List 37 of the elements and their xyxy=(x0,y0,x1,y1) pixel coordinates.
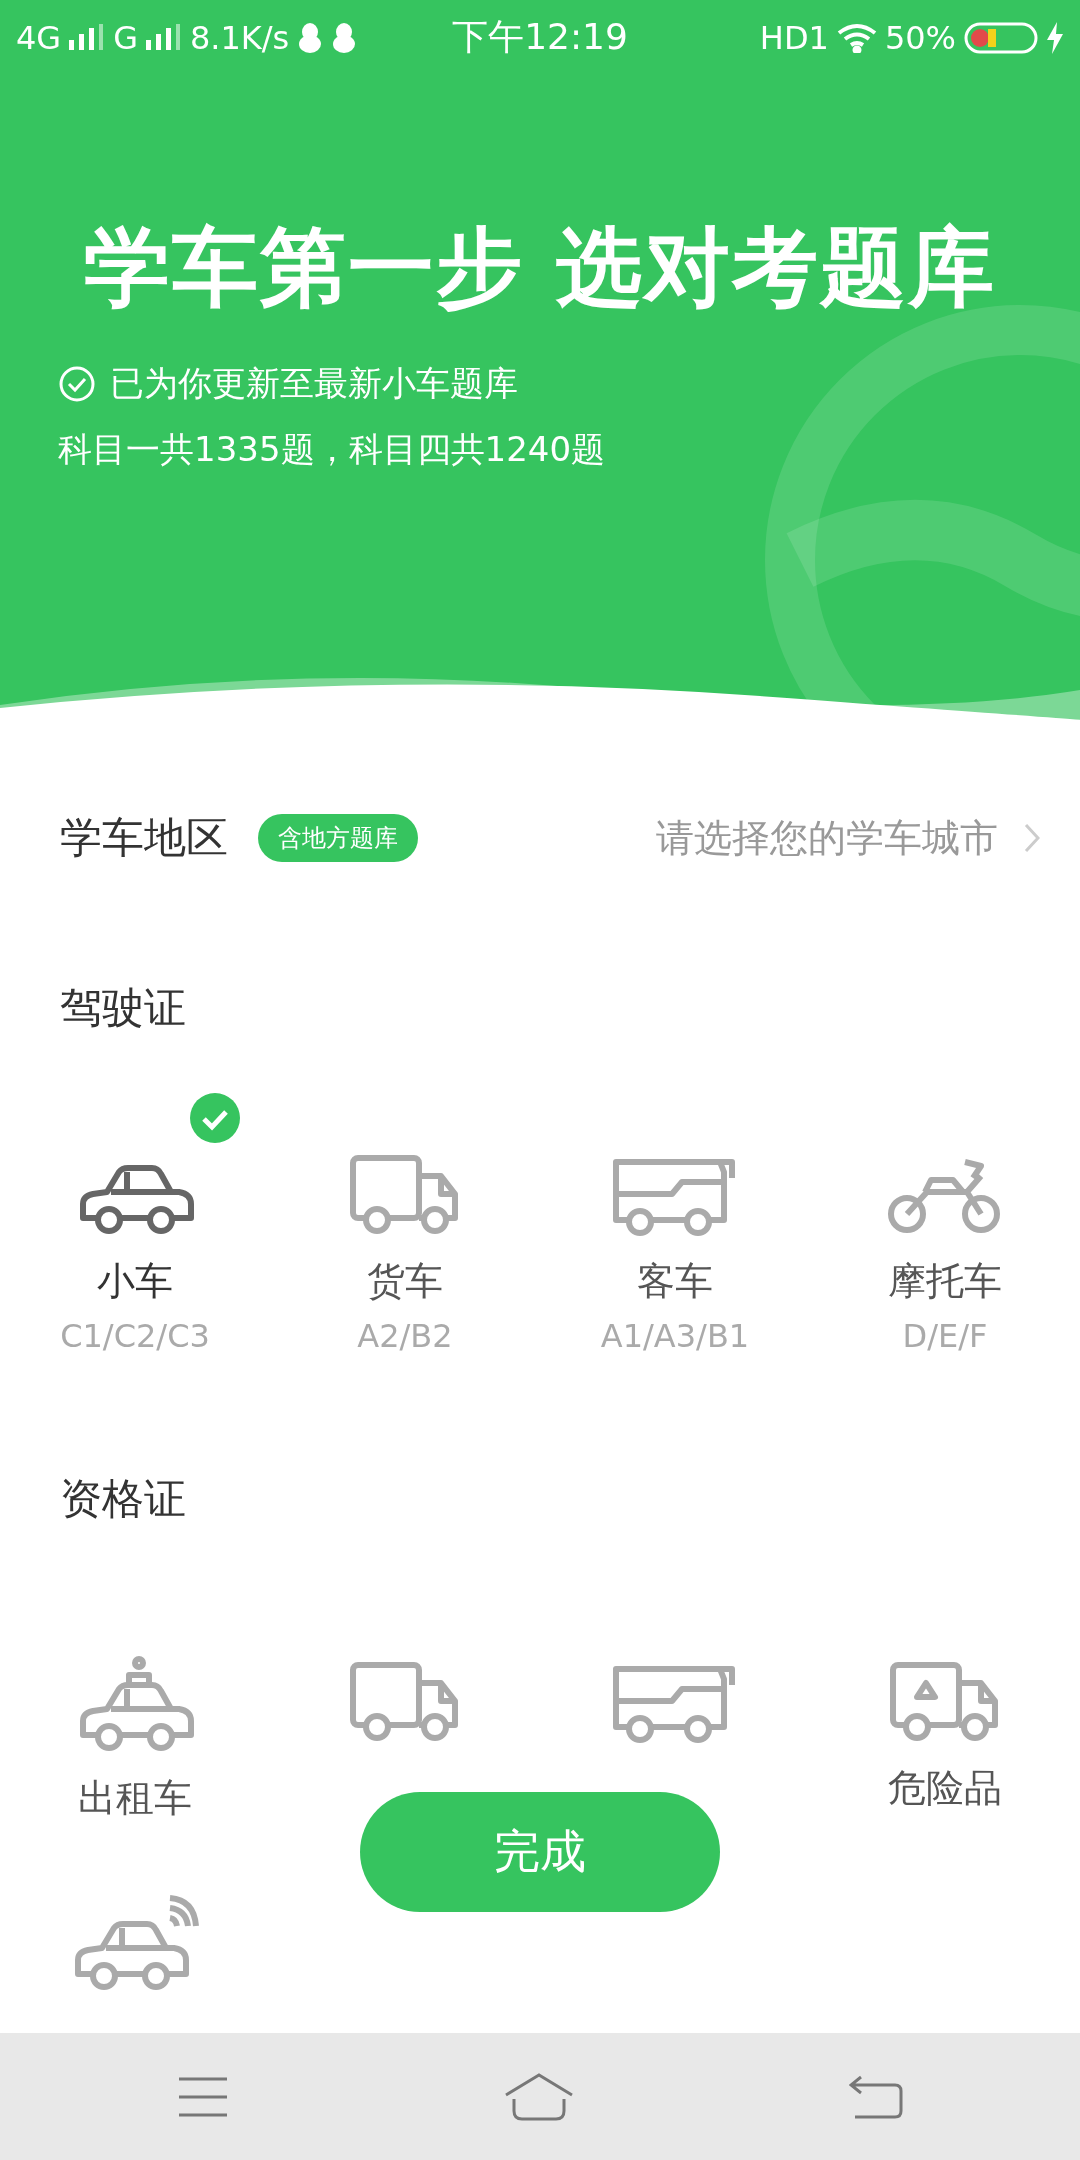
license-option[interactable]: 小车 C1/C2/C3 xyxy=(0,1148,270,1355)
license-option[interactable]: 货车 A2/B2 xyxy=(270,1148,540,1355)
license-option[interactable]: 客车 A1/A3/B1 xyxy=(540,1148,810,1355)
charging-icon xyxy=(1046,21,1064,54)
vehicle-label: 危险品 xyxy=(888,1765,1002,1812)
home-icon[interactable] xyxy=(504,2072,574,2121)
license-class: D/E/F xyxy=(902,1317,988,1355)
check-circle-icon xyxy=(58,365,96,403)
vehicle-label: 摩托车 xyxy=(888,1258,1002,1305)
wifi-icon xyxy=(836,22,877,53)
section-title: 驾驶证 xyxy=(60,982,187,1034)
battery-icon xyxy=(964,21,1038,54)
banner-title: 学车第一步 选对考题库 xyxy=(83,216,997,319)
license-class: A2/B2 xyxy=(357,1317,453,1355)
network-type: 4G xyxy=(16,18,62,57)
license-class: C1/C2/C3 xyxy=(60,1317,210,1355)
vehicle-label: 货车 xyxy=(367,1258,443,1305)
region-label: 学车地区 xyxy=(60,812,228,864)
clock: 下午12:19 xyxy=(452,15,628,59)
signal-icon xyxy=(145,23,182,52)
chevron-icon xyxy=(1024,823,1040,853)
battery-percent: 50% xyxy=(884,18,956,57)
section-title: 资格证 xyxy=(60,1473,187,1525)
vehicle-label: 出租车 xyxy=(78,1775,192,1822)
hd-indicator: HD1 xyxy=(759,18,829,57)
update-notice: 已为你更新至最新小车题库 xyxy=(110,362,518,405)
check-badge-icon xyxy=(190,1093,240,1143)
back-icon[interactable] xyxy=(848,2074,903,2119)
network-speed: 8.1K/s xyxy=(189,18,290,57)
vehicle-label: 客车 xyxy=(637,1258,713,1305)
question-counts: 科目一共1335题，科目四共1240题 xyxy=(58,428,607,471)
vehicle-label: 小车 xyxy=(97,1258,173,1305)
network-type: G xyxy=(113,18,138,57)
signal-icon xyxy=(69,23,106,52)
license-class: A1/A3/B1 xyxy=(600,1317,750,1355)
region-tag: 含地方题库 xyxy=(258,814,418,862)
license-option[interactable]: 摩托车 D/E/F xyxy=(810,1148,1080,1355)
